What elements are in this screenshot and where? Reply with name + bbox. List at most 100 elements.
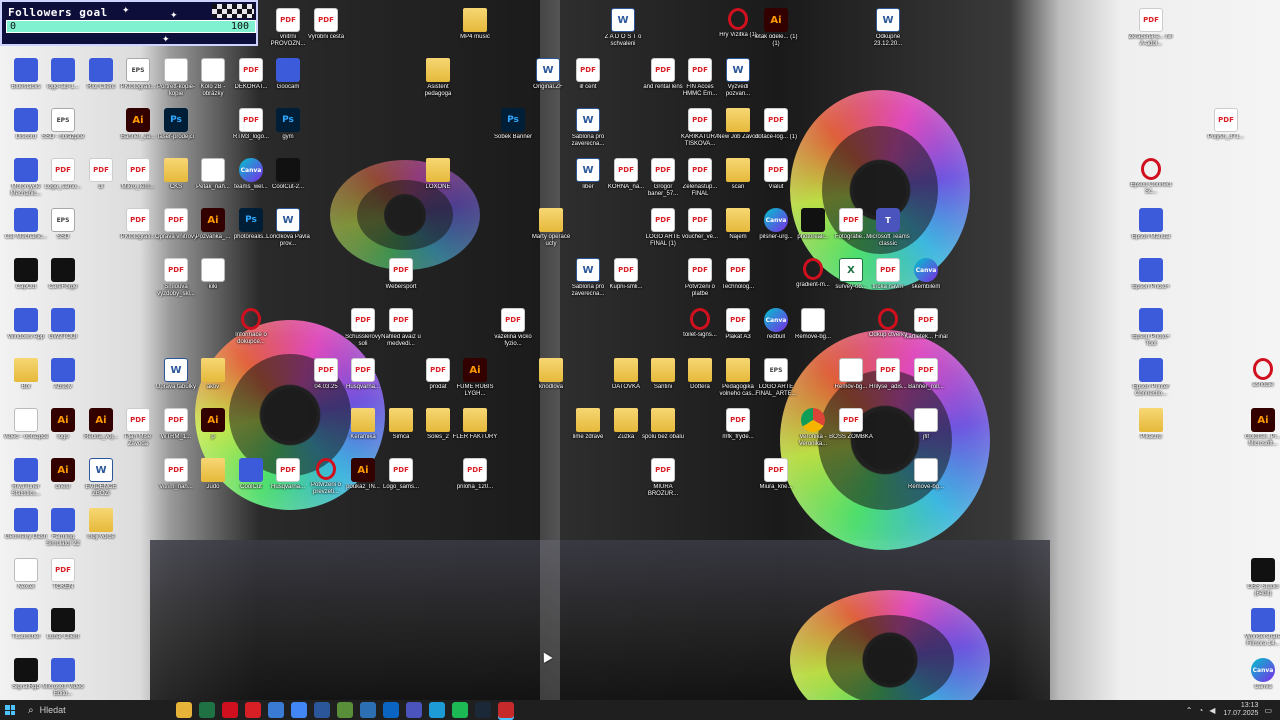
shazam-icon[interactable] bbox=[428, 702, 445, 718]
desktop-icon[interactable]: PDF FIN Acces HMMC Em... bbox=[680, 58, 720, 98]
desktop-icon[interactable]: Remove-bg... bbox=[793, 308, 833, 341]
outlook-icon[interactable] bbox=[382, 702, 399, 718]
desktop-icon[interactable]: Goocam bbox=[268, 58, 308, 91]
desktop-icon[interactable]: Lunar Client bbox=[43, 608, 83, 641]
desktop-icon[interactable]: Marty operace ucty bbox=[531, 208, 571, 248]
desktop-icon[interactable]: PDF voucher_ve... bbox=[680, 208, 720, 241]
desktop-icon[interactable]: gradient-m... bbox=[793, 258, 833, 289]
desktop-icon[interactable]: PDF priloha_120... bbox=[455, 458, 495, 491]
desktop-icon[interactable]: Epson Printer Connectio... bbox=[1131, 358, 1171, 398]
desktop-icon[interactable]: PDF Webersport bbox=[381, 258, 421, 291]
word-icon[interactable] bbox=[313, 702, 330, 718]
desktop-icon[interactable]: MP4 music bbox=[455, 8, 495, 41]
desktop-icon[interactable]: Microsoft Video Edito... bbox=[42, 658, 84, 698]
desktop-icon[interactable]: aktiv bbox=[193, 358, 233, 391]
desktop-icon[interactable]: Ai Goldflair_Pi... Microsoft... bbox=[1243, 408, 1280, 448]
desktop-icon[interactable]: Odkup ctverky bbox=[868, 308, 908, 339]
desktop-icon[interactable]: PDF Miura_kne... bbox=[756, 458, 796, 491]
desktop-icon[interactable]: Ps gym bbox=[268, 108, 308, 141]
desktop-icon[interactable]: LOXONE bbox=[418, 158, 458, 191]
desktop-icon[interactable]: Judo bbox=[193, 458, 233, 491]
desktop-icon[interactable]: PDF Plan Mise Zavoda bbox=[118, 408, 158, 448]
desktop-icon[interactable]: PDF PKfotografi... bbox=[118, 208, 158, 241]
search-box[interactable]: ⌕ Hledat bbox=[20, 700, 160, 720]
desktop-icon[interactable]: PDF Vyrobni cesta bbox=[306, 8, 346, 41]
desktop-icon[interactable]: PDF BOSS ZOMBKA bbox=[829, 408, 873, 441]
desktop-icon[interactable]: Pikachu bbox=[1131, 408, 1171, 441]
desktop-icon[interactable]: Epson Connect Sc... bbox=[1130, 158, 1172, 196]
desktop-icon[interactable]: PDF Plakat A3 bbox=[718, 308, 758, 341]
desktop-icon[interactable]: PDF Logo_samo... bbox=[43, 158, 83, 191]
desktop-icon[interactable]: PDF TOKEN bbox=[43, 558, 83, 591]
desktop-icon[interactable]: EPS LOGO ARTE FINAL_ARTE... bbox=[755, 358, 797, 398]
network-icon[interactable]: ◔ bbox=[1198, 706, 1203, 715]
chrome-icon[interactable] bbox=[290, 702, 307, 718]
desktop-icon[interactable]: PDF vnitrni PROVOZN... bbox=[268, 8, 308, 48]
desktop-icon[interactable]: EPS SSD bbox=[43, 208, 83, 241]
desktop-icon[interactable]: PDF Zelenastup... FINAL bbox=[680, 158, 720, 198]
desktop-icon[interactable]: Dottera bbox=[680, 358, 720, 391]
volume-icon[interactable]: ◀ bbox=[1209, 706, 1215, 715]
file-explorer-icon[interactable] bbox=[175, 702, 192, 718]
start-button[interactable] bbox=[0, 700, 20, 720]
desktop-icon[interactable]: Ai dnesr bbox=[43, 458, 83, 491]
minecraft-icon[interactable] bbox=[336, 702, 353, 718]
steam-icon[interactable] bbox=[474, 702, 491, 718]
desktop-icon[interactable]: Canva Canva bbox=[1243, 658, 1280, 691]
desktop-icon[interactable]: moji vorce bbox=[81, 508, 121, 541]
desktop-icon[interactable]: PDF Husqvarna... bbox=[268, 458, 308, 491]
desktop-icon[interactable]: PDF Husqvarna... bbox=[343, 358, 383, 391]
desktop-icon[interactable]: PDF vazelina vicko fyzio... bbox=[493, 308, 533, 348]
teams-icon[interactable] bbox=[405, 702, 422, 718]
desktop-icon[interactable]: PDF Kupni-smli... bbox=[606, 258, 646, 291]
desktop-icon[interactable]: Najem bbox=[718, 208, 758, 241]
tray-overflow-icon[interactable]: ⌃ bbox=[1186, 706, 1193, 715]
desktop-icon[interactable]: New Job Zavod bbox=[717, 108, 759, 141]
acrobat-icon[interactable] bbox=[244, 702, 261, 718]
desktop-icon[interactable]: Informace o dokupce... bbox=[231, 308, 271, 346]
desktop-icon[interactable]: PDF Hrilyse_adis... bbox=[868, 358, 908, 391]
desktop-icon[interactable]: EPS PKfotografi... bbox=[118, 58, 158, 91]
desktop-icon[interactable]: CoolCut-2... bbox=[268, 158, 308, 191]
desktop-icon[interactable]: W Sablona pro zaverecna... bbox=[568, 108, 608, 148]
desktop-icon[interactable]: PDF Vialut bbox=[756, 158, 796, 191]
desktop-icon[interactable]: PDF tricka navrh bbox=[868, 258, 908, 291]
desktop-icon[interactable]: W Vyzvedl pozvan... bbox=[718, 58, 758, 98]
desktop-icon[interactable]: Ai poukaz_IN... bbox=[343, 458, 383, 491]
desktop-icon[interactable]: logo-alb-1... bbox=[43, 58, 83, 91]
desktop-icon[interactable]: ashodie bbox=[1243, 358, 1280, 389]
desktop-icon[interactable]: PDF Mikro_fem... bbox=[118, 158, 158, 191]
desktop-icon[interactable]: PDF Potvrzeni o platbe bbox=[680, 258, 720, 298]
desktop-icon[interactable]: PDF LOGO ARTE FINAL (1) bbox=[643, 208, 683, 248]
desktop-icon[interactable]: lime zdrave bbox=[568, 408, 608, 441]
desktop-icon[interactable]: PDF ill cent bbox=[568, 58, 608, 91]
desktop-icon[interactable]: T Microsoft Teams classic bbox=[866, 208, 910, 248]
lc-icon[interactable] bbox=[359, 702, 376, 718]
desktop-icon[interactable]: PDF Technolog... bbox=[718, 258, 758, 291]
desktop-icon[interactable]: EPS SSD - obrázpce bbox=[42, 108, 84, 141]
desktop-icon[interactable]: Ai Pozvanka_... bbox=[193, 208, 233, 241]
desktop-icon[interactable]: W Z A D O S T o schvaleni bbox=[603, 8, 643, 48]
desktop-icon[interactable]: PDF Logo_sams... bbox=[381, 458, 421, 491]
desktop-icon[interactable]: Motorcycle Mechanic... bbox=[6, 158, 46, 198]
desktop-icon[interactable]: toilet-signs... bbox=[680, 308, 720, 339]
desktop-icon[interactable]: FLER FAKTURY bbox=[453, 408, 497, 441]
desktop-icon[interactable]: RivaTuner Statistics... bbox=[6, 458, 46, 498]
desktop-icon[interactable]: W Lonclkova Pavla prov... bbox=[266, 208, 310, 248]
desktop-icon[interactable]: jfif bbox=[906, 408, 946, 441]
desktop-icon[interactable]: Farming Simulator 22 bbox=[43, 508, 83, 548]
opera-icon[interactable] bbox=[221, 702, 238, 718]
desktop-icon[interactable]: Petak_nah... bbox=[193, 158, 233, 191]
desktop-icon[interactable]: Remove-bg... bbox=[906, 458, 946, 491]
desktop-icon[interactable]: Ai logo bbox=[43, 408, 83, 441]
excel-icon[interactable] bbox=[198, 702, 215, 718]
desktop-icon[interactable]: Ps Sobek Banner bbox=[493, 108, 533, 141]
desktop-icon[interactable]: Epson Manual bbox=[1131, 208, 1171, 241]
desktop-icon[interactable]: Ai FUME RUBIS LYGH... bbox=[455, 358, 495, 398]
desktop-icon[interactable]: PDF Nahled avaiz u medvedi... bbox=[381, 308, 421, 348]
desktop-icon[interactable]: spolu bez obalu bbox=[642, 408, 684, 441]
desktop-icon[interactable]: kiki bbox=[193, 258, 233, 291]
spotify-icon[interactable] bbox=[451, 702, 468, 718]
desktop-icon[interactable]: CareForge bbox=[43, 258, 83, 291]
desktop-icon[interactable]: Hry Vizitka (1) bbox=[718, 8, 758, 39]
